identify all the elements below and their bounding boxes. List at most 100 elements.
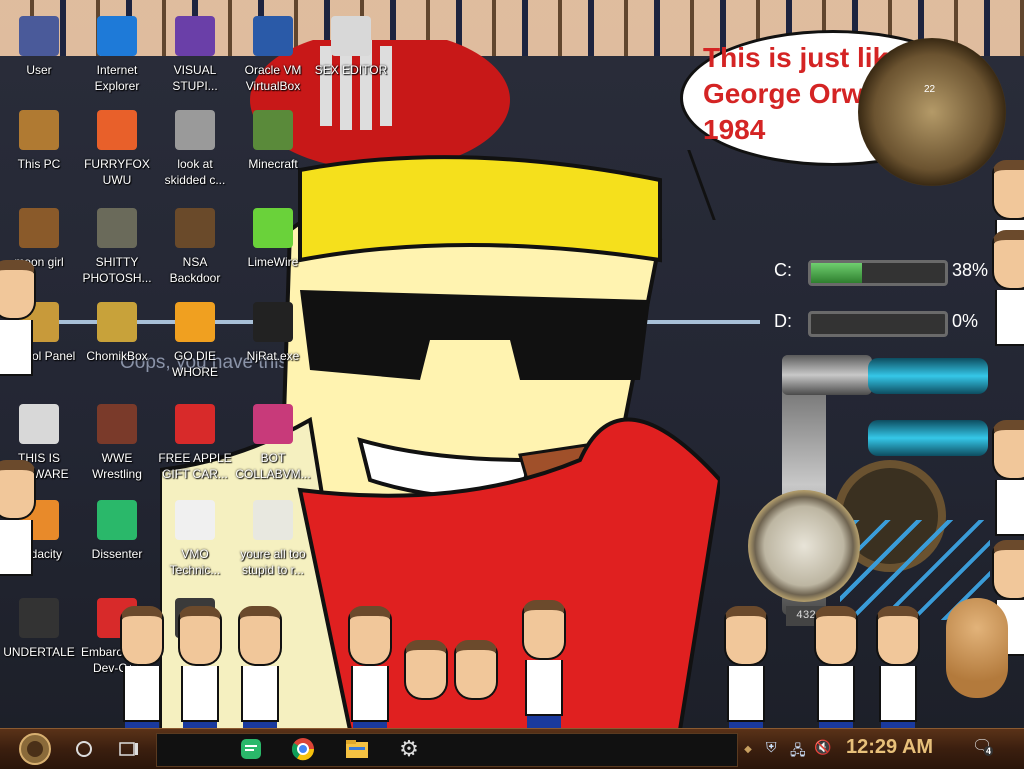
- desktop-icon-label: NjRat.exe: [246, 349, 300, 363]
- portrait-icon: [253, 500, 293, 540]
- notification-center-button[interactable]: 🗨 4: [972, 736, 994, 756]
- desktop-icon-label: youre all too stupid to r...: [240, 547, 306, 577]
- monitor-icon: [253, 404, 293, 444]
- desktop-icon[interactable]: This PC: [0, 110, 78, 172]
- cortana-circle-icon: [76, 741, 92, 757]
- chomikbox-icon: [97, 302, 137, 342]
- desktop-icon-label: GO DIE WHORE: [172, 349, 218, 379]
- this-pc-icon: [19, 110, 59, 150]
- desktop-icon[interactable]: LimeWire: [234, 208, 312, 270]
- limewire-icon: [253, 208, 293, 248]
- apple-icon: [175, 404, 215, 444]
- firefox-icon: [97, 110, 137, 150]
- drive-usage-fill: [811, 263, 862, 283]
- desktop-icon-label: ChomikBox: [86, 349, 148, 363]
- skull-icon: [253, 302, 293, 342]
- desktop-icon[interactable]: User: [0, 16, 78, 78]
- cpu-glass-tube: [868, 358, 988, 394]
- cartoon-figure: [402, 640, 450, 728]
- cartoon-figure: [990, 420, 1024, 540]
- yellow-headband: [298, 155, 662, 263]
- user-folder-icon: [19, 16, 59, 56]
- desktop-icon[interactable]: FURRYFOX UWU: [78, 110, 156, 188]
- desktop-icon-label: VISUAL STUPI...: [172, 63, 218, 93]
- search-button[interactable]: [70, 733, 98, 765]
- desktop-icon[interactable]: look at skidded c...: [156, 110, 234, 188]
- cartoon-figure: [722, 606, 770, 728]
- hex-editor-icon: [331, 16, 371, 56]
- dissenter-icon: [241, 739, 261, 759]
- desktop-icon-label: VMO Technic...: [169, 547, 221, 577]
- desktop-icon[interactable]: FREE APPLE GIFT CAR...: [156, 404, 234, 482]
- cartoon-figure: [346, 606, 394, 728]
- desktop-icon[interactable]: Internet Explorer: [78, 16, 156, 94]
- taskbar-pinned-file-explorer[interactable]: [340, 733, 374, 765]
- desktop-icon[interactable]: Minecraft: [234, 110, 312, 172]
- taskbar-pinned-settings[interactable]: ⚙: [392, 733, 426, 765]
- desktop-icon[interactable]: youre all too stupid to r...: [234, 500, 312, 578]
- network-icon[interactable]: 🖧: [790, 740, 806, 764]
- desktop-icon-label: SHITTY PHOTOSH...: [82, 255, 152, 285]
- desktop-icon[interactable]: BOT COLLABVM...: [234, 404, 312, 482]
- de-app-icon: [175, 302, 215, 342]
- desktop-icon-label: SEX EDITOR: [314, 63, 388, 77]
- desktop-icon[interactable]: UNDERTALE: [0, 598, 78, 660]
- cartoon-figure: [812, 606, 860, 728]
- desktop-icon[interactable]: NjRat.exe: [234, 302, 312, 364]
- show-hidden-icons-button[interactable]: ◆: [740, 733, 756, 765]
- desktop[interactable]: This is just like George Orwell's 1984 O…: [0, 0, 1024, 728]
- cartoon-figure: [236, 606, 284, 728]
- drive-letter: D:: [774, 311, 792, 331]
- drive-meter-d[interactable]: D: 0%: [760, 305, 1000, 339]
- desktop-icon[interactable]: SHITTY PHOTOSH...: [78, 208, 156, 286]
- desktop-icon[interactable]: Dissenter: [78, 500, 156, 562]
- chevron-up-icon: ◆: [744, 743, 752, 755]
- drive-percent: 38%: [952, 260, 989, 280]
- minecraft-icon: [253, 110, 293, 150]
- nsa-backdoor-icon: [175, 208, 215, 248]
- desktop-icon-label: FREE APPLE GIFT CAR...: [158, 451, 232, 481]
- desktop-icon[interactable]: WWE Wrestling: [78, 404, 156, 482]
- internet-explorer-icon: [97, 16, 137, 56]
- desktop-icon-label: LimeWire: [247, 255, 299, 269]
- chrome-icon: [291, 738, 315, 761]
- cartoon-figure: [0, 460, 38, 580]
- desktop-icon[interactable]: VISUAL STUPI...: [156, 16, 234, 94]
- task-view-button[interactable]: [114, 733, 144, 765]
- cartoon-figure: [990, 230, 1024, 350]
- taskbar-clock[interactable]: 12:29 AM: [846, 736, 933, 759]
- security-shield-icon[interactable]: ⛨: [766, 740, 777, 756]
- desktop-icon[interactable]: VMO Technic...: [156, 500, 234, 578]
- ram-glass-tube: [868, 420, 988, 456]
- desktop-icon[interactable]: SEX EDITOR: [312, 16, 390, 78]
- desktop-icon-label: Internet Explorer: [94, 63, 140, 93]
- desktop-icon-label: NSA Backdoor: [169, 255, 221, 285]
- desktop-icon-label: This PC: [17, 157, 61, 171]
- dissenter-icon: [97, 500, 137, 540]
- desktop-icon[interactable]: Oracle VM VirtualBox: [234, 16, 312, 94]
- desktop-icon-label: UNDERTALE: [3, 645, 75, 659]
- steampunk-gauge-widget[interactable]: [748, 490, 860, 602]
- desktop-icon[interactable]: GO DIE WHORE: [156, 302, 234, 380]
- taskbar-pinned-dissenter[interactable]: [234, 733, 268, 765]
- wwe-icon: [97, 404, 137, 444]
- desktop-icon-label: Minecraft: [248, 157, 298, 171]
- steampunk-clock-widget[interactable]: 22: [858, 38, 1006, 186]
- drive-usage-tube: [808, 260, 948, 286]
- unity-icon: [19, 598, 59, 638]
- drive-percent: 0%: [952, 311, 979, 331]
- taskbar-pinned-chrome[interactable]: [286, 733, 320, 765]
- desktop-icon[interactable]: NSA Backdoor: [156, 208, 234, 286]
- volume-muted-icon[interactable]: 🔇: [814, 740, 831, 756]
- desktop-icon[interactable]: ChomikBox: [78, 302, 156, 364]
- task-view-icon: [119, 742, 138, 756]
- file-explorer-icon: [346, 740, 368, 758]
- cartoon-figure: [452, 640, 500, 728]
- drive-letter: C:: [774, 260, 792, 280]
- cartoon-figure: [520, 600, 568, 728]
- clock-date-label: 22: [924, 84, 936, 95]
- start-button[interactable]: [10, 733, 60, 765]
- virtualbox-icon: [253, 16, 293, 56]
- drive-usage-tube: [808, 311, 948, 337]
- drive-meter-c[interactable]: C: 38%: [760, 254, 1000, 288]
